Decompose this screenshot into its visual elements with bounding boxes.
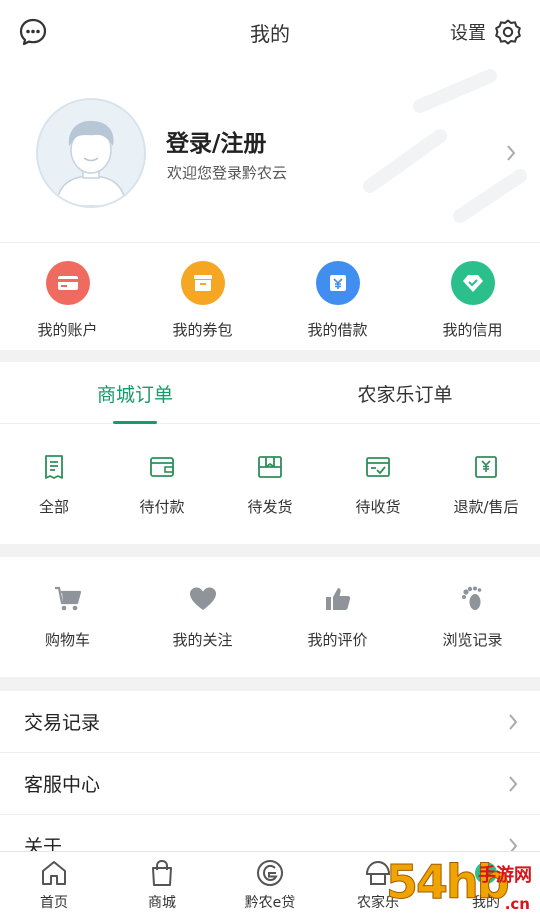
active-tab-indicator	[113, 421, 157, 424]
watermark-logo: 54hb 手游网 .cn	[380, 853, 540, 921]
wallet-shortcuts: 我的账户 我的券包 我的借款 我的信用	[0, 242, 540, 350]
thumbs-up-icon	[325, 588, 350, 610]
heart-icon	[189, 587, 216, 610]
my-credit-label: 我的信用	[442, 321, 503, 339]
tab-mall-orders-label: 商城订单	[96, 384, 173, 406]
cart-label: 购物车	[44, 631, 90, 649]
my-loans-label: 我的借款	[307, 321, 368, 339]
orders-section: 商城订单 农家乐订单 全部 待付款 待发货 待收货 退款/售后	[0, 362, 540, 544]
cart-icon	[54, 586, 81, 611]
tab-mall-orders[interactable]: 商城订单	[0, 362, 270, 424]
order-pending-shipment-button[interactable]: 待发货	[216, 424, 324, 544]
order-refund-button[interactable]: 退款/售后	[432, 424, 540, 544]
coupon-icon	[180, 261, 225, 305]
tab-home[interactable]: 首页	[0, 852, 108, 921]
tab-e-loan[interactable]: 黔农e贷	[216, 852, 324, 921]
truck-icon	[366, 457, 390, 477]
watermark-site: .cn	[504, 895, 530, 913]
activity-shortcuts: 购物车 我的关注 我的评价 浏览记录	[0, 557, 540, 677]
order-pending-receipt-button[interactable]: 待收货	[324, 424, 432, 544]
top-bar: 我的 设置	[0, 0, 540, 66]
cart-button[interactable]: 购物车	[0, 557, 135, 677]
receipt-icon	[45, 455, 63, 479]
order-pending-payment-button[interactable]: 待付款	[108, 424, 216, 544]
reviews-button[interactable]: 我的评价	[270, 557, 405, 677]
tab-home-label: 首页	[40, 895, 68, 911]
list-item-customer-service[interactable]: 客服中心	[0, 753, 540, 815]
settings-label: 设置	[450, 23, 486, 44]
settings-list: 交易记录 客服中心 关于	[0, 691, 540, 851]
tab-e-loan-label: 黔农e贷	[244, 895, 296, 911]
order-status-row: 全部 待付款 待发货 待收货 退款/售后	[0, 424, 540, 544]
list-item-about[interactable]: 关于	[0, 815, 540, 851]
order-pending-shipment-label: 待发货	[247, 498, 293, 516]
e-loan-icon	[257, 860, 283, 886]
shopping-bag-icon	[152, 859, 172, 886]
tab-mall-label: 商城	[148, 895, 176, 911]
my-account-label: 我的账户	[37, 321, 98, 339]
avatar-placeholder-icon	[38, 100, 144, 206]
order-pending-receipt-label: 待收货	[355, 498, 401, 516]
login-register-title[interactable]: 登录/注册	[166, 124, 266, 158]
my-credit-button[interactable]: 我的信用	[405, 243, 540, 350]
order-all-label: 全部	[38, 498, 69, 516]
customer-service-label: 客服中心	[24, 774, 101, 796]
gear-icon	[495, 19, 521, 45]
my-loans-button[interactable]: 我的借款	[270, 243, 405, 350]
history-label: 浏览记录	[442, 631, 503, 649]
avatar[interactable]	[36, 98, 146, 208]
my-coupons-button[interactable]: 我的券包	[135, 243, 270, 350]
chevron-right-icon	[509, 837, 518, 851]
order-pending-payment-label: 待付款	[139, 498, 185, 516]
order-all-button[interactable]: 全部	[0, 424, 108, 544]
order-refund-label: 退款/售后	[453, 498, 519, 516]
tab-mall[interactable]: 商城	[108, 852, 216, 921]
card-icon	[45, 261, 90, 305]
chevron-right-icon	[509, 713, 518, 730]
tab-farmhouse-orders[interactable]: 农家乐订单	[270, 362, 540, 423]
list-item-transactions[interactable]: 交易记录	[0, 691, 540, 753]
footprint-icon	[461, 586, 481, 610]
history-button[interactable]: 浏览记录	[405, 557, 540, 677]
about-label: 关于	[24, 836, 63, 851]
my-coupons-label: 我的券包	[172, 321, 233, 339]
favorites-label: 我的关注	[172, 631, 233, 649]
refund-icon	[475, 456, 497, 478]
watermark-text: 手游网	[478, 865, 532, 886]
reviews-label: 我的评价	[307, 631, 368, 649]
chevron-right-icon	[509, 775, 518, 792]
loan-icon	[315, 261, 360, 305]
wallet-icon	[150, 457, 174, 477]
chevron-right-icon	[507, 145, 516, 161]
welcome-subtitle: 欢迎您登录黔农云	[167, 164, 288, 182]
order-tabs: 商城订单 农家乐订单	[0, 362, 540, 424]
settings-button[interactable]: 设置	[450, 16, 522, 48]
home-icon	[42, 861, 66, 885]
favorites-button[interactable]: 我的关注	[135, 557, 270, 677]
package-icon	[258, 456, 282, 478]
transactions-label: 交易记录	[24, 712, 101, 734]
credit-icon	[450, 261, 495, 305]
tab-farmhouse-orders-label: 农家乐订单	[357, 384, 453, 406]
profile-card[interactable]: 登录/注册 欢迎您登录黔农云	[0, 66, 540, 242]
my-account-button[interactable]: 我的账户	[0, 243, 135, 350]
